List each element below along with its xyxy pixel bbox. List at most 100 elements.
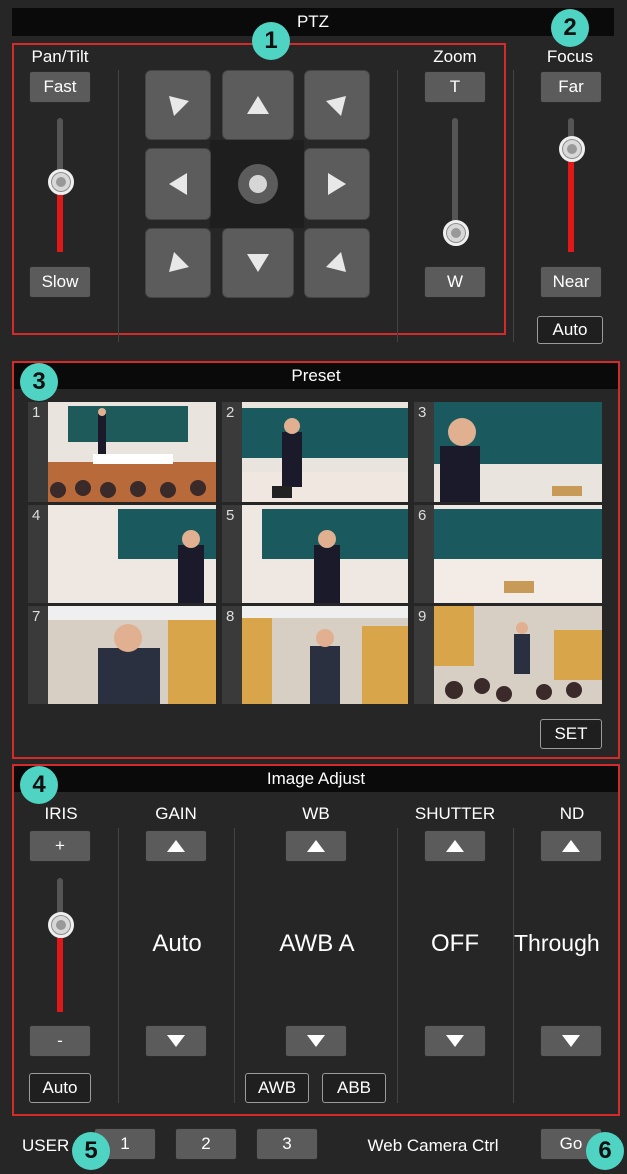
zoom-label: Zoom <box>433 47 477 66</box>
preset-number: 2 <box>226 404 235 421</box>
triangle-up-icon <box>307 840 325 852</box>
image-adjust-divider-2 <box>234 828 235 1103</box>
zoom-knob[interactable] <box>443 220 469 246</box>
user-2-button[interactable]: 2 <box>175 1128 237 1160</box>
preset-tile[interactable]: 4 <box>28 505 216 603</box>
image-adjust-divider-1 <box>118 828 119 1103</box>
wb-up-button[interactable] <box>285 830 347 862</box>
gain-up-button[interactable] <box>145 830 207 862</box>
arrow-down-right-icon <box>326 252 346 272</box>
preset-tile[interactable]: 9 <box>414 606 602 704</box>
nd-down-button[interactable] <box>540 1025 602 1057</box>
focus-far-button[interactable]: Far <box>540 71 602 103</box>
iris-label: IRIS <box>44 804 78 823</box>
shutter-label: SHUTTER <box>414 804 496 823</box>
dpad-home-button[interactable] <box>238 164 278 204</box>
dpad-up-button[interactable] <box>222 70 294 140</box>
dpad-right-button[interactable] <box>304 148 370 220</box>
preset-thumbnail-lecturer-closeup <box>434 402 602 502</box>
preset-thumbnail-lecturer-board-center <box>242 505 408 603</box>
dpad-up-right-button[interactable] <box>304 70 370 140</box>
pan-tilt-slow-button[interactable]: Slow <box>29 266 91 298</box>
arrow-left-icon <box>169 173 187 195</box>
image-adjust-divider-3 <box>397 828 398 1103</box>
ptz-divider-3 <box>513 70 514 342</box>
preset-thumbnail-lecturer-board <box>242 402 408 502</box>
wb-value: AWB A <box>279 930 355 957</box>
shutter-up-button[interactable] <box>424 830 486 862</box>
preset-number: 6 <box>418 507 427 524</box>
wb-down-button[interactable] <box>285 1025 347 1057</box>
callout-badge: 2 <box>551 9 589 47</box>
triangle-up-icon <box>562 840 580 852</box>
callout-badge: 1 <box>252 22 290 60</box>
preset-thumbnail-audience-wide <box>434 606 602 704</box>
preset-tile[interactable]: 7 <box>28 606 216 704</box>
user-3-button[interactable]: 3 <box>256 1128 318 1160</box>
arrow-up-icon <box>247 96 269 114</box>
nd-value: Through <box>514 930 600 956</box>
zoom-tele-button[interactable]: T <box>424 71 486 103</box>
nd-label: ND <box>559 804 585 823</box>
triangle-up-icon <box>446 840 464 852</box>
preset-thumbnail-speaker-wide <box>242 606 408 704</box>
preset-tile[interactable]: 3 <box>414 402 602 502</box>
wb-label: WB <box>302 804 330 823</box>
triangle-down-icon <box>307 1035 325 1047</box>
arrow-up-right-icon <box>326 96 346 116</box>
pan-tilt-speed-knob[interactable] <box>48 169 74 195</box>
triangle-down-icon <box>167 1035 185 1047</box>
preset-tile[interactable]: 1 <box>28 402 216 502</box>
arrow-up-left-icon <box>169 96 189 116</box>
home-dot-icon <box>249 175 267 193</box>
pan-tilt-label: Pan/Tilt <box>31 47 89 66</box>
preset-thumbnail-lecturer-board-left <box>48 505 216 603</box>
dpad-left-button[interactable] <box>145 148 211 220</box>
iris-knob[interactable] <box>48 912 74 938</box>
preset-number: 9 <box>418 608 427 625</box>
arrow-down-left-icon <box>169 252 189 272</box>
abb-button[interactable]: ABB <box>322 1073 386 1103</box>
gain-label: GAIN <box>155 804 197 823</box>
arrow-down-icon <box>247 254 269 272</box>
preset-set-button[interactable]: SET <box>540 719 602 749</box>
shutter-down-button[interactable] <box>424 1025 486 1057</box>
dpad-down-button[interactable] <box>222 228 294 298</box>
focus-auto-button[interactable]: Auto <box>537 316 603 344</box>
focus-near-button[interactable]: Near <box>540 266 602 298</box>
ptz-divider-2 <box>397 70 398 342</box>
user-label: USER <box>22 1136 70 1155</box>
iris-plus-button[interactable]: + <box>29 830 91 862</box>
triangle-up-icon <box>167 840 185 852</box>
preset-number: 3 <box>418 404 427 421</box>
image-adjust-divider-4 <box>513 828 514 1103</box>
web-camera-ctrl-label: Web Camera Ctrl <box>367 1136 499 1155</box>
preset-thumbnail-lecturer-board-right <box>434 505 602 603</box>
shutter-value: OFF <box>431 930 479 957</box>
preset-thumbnail-speaker-medium <box>48 606 216 704</box>
iris-minus-button[interactable]: - <box>29 1025 91 1057</box>
gain-down-button[interactable] <box>145 1025 207 1057</box>
iris-auto-button[interactable]: Auto <box>29 1073 91 1103</box>
focus-fill <box>568 150 574 252</box>
preset-title-bar: Preset <box>14 363 618 389</box>
awb-button[interactable]: AWB <box>245 1073 309 1103</box>
nd-up-button[interactable] <box>540 830 602 862</box>
preset-tile[interactable]: 8 <box>222 606 408 704</box>
pan-tilt-fast-button[interactable]: Fast <box>29 71 91 103</box>
gain-value: Auto <box>152 930 202 957</box>
ptz-title: PTZ <box>296 12 330 31</box>
preset-number: 8 <box>226 608 235 625</box>
dpad-down-right-button[interactable] <box>304 228 370 298</box>
zoom-wide-button[interactable]: W <box>424 266 486 298</box>
dpad-up-left-button[interactable] <box>145 70 211 140</box>
dpad-down-left-button[interactable] <box>145 228 211 298</box>
triangle-down-icon <box>562 1035 580 1047</box>
triangle-down-icon <box>446 1035 464 1047</box>
focus-label: Focus <box>546 47 594 66</box>
preset-number: 7 <box>32 608 41 625</box>
preset-tile[interactable]: 2 <box>222 402 408 502</box>
preset-tile[interactable]: 5 <box>222 505 408 603</box>
focus-knob[interactable] <box>559 136 585 162</box>
preset-tile[interactable]: 6 <box>414 505 602 603</box>
